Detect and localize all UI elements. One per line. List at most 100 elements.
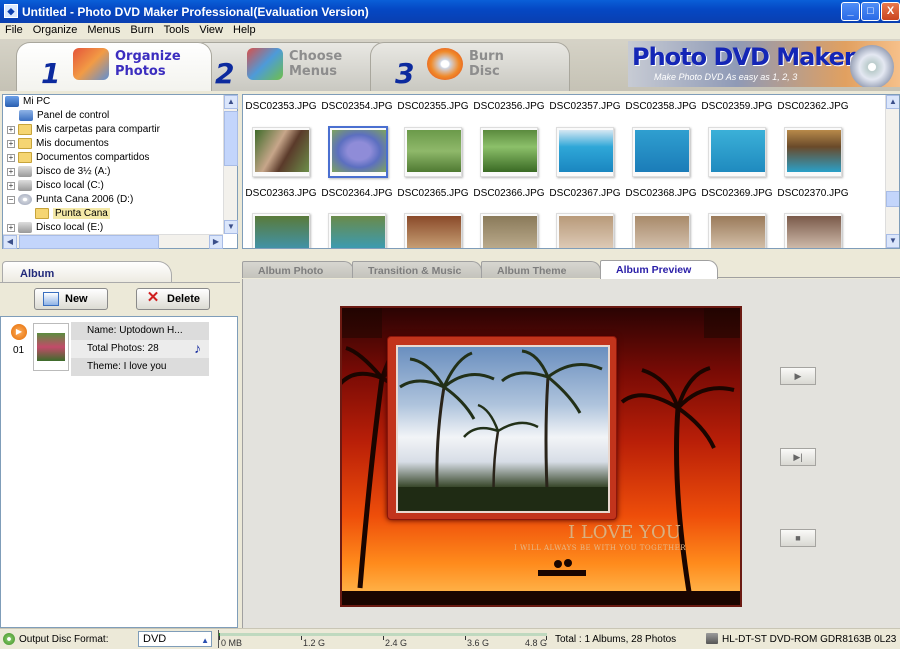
new-album-button[interactable]: New	[34, 288, 108, 310]
output-format-select[interactable]: DVD ▲	[138, 631, 212, 647]
album-pane: Album New ✕ Delete ▶ 01 Name: Uptodown H…	[0, 258, 240, 628]
photo-thumbnail[interactable]	[480, 213, 538, 248]
tree-item-mi-pc[interactable]: Mi PC	[5, 96, 50, 110]
menu-file[interactable]: File	[0, 23, 28, 37]
expand-icon[interactable]: +	[7, 139, 15, 148]
tree-vertical-scrollbar[interactable]: ▲ ▼	[223, 95, 238, 234]
floppy-drive-icon	[18, 166, 32, 177]
scroll-up-icon[interactable]: ▲	[886, 95, 899, 109]
scroll-up-icon[interactable]: ▲	[224, 95, 238, 109]
album-name: Name: Uptodown H...	[71, 322, 209, 340]
burn-disc-icon	[427, 48, 463, 80]
menu-tools[interactable]: Tools	[159, 23, 195, 37]
tree-horizontal-scrollbar[interactable]: ◀ ▶	[3, 234, 223, 249]
tree-item-disco-a[interactable]: + Disco de 3½ (A:)	[7, 166, 110, 180]
maximize-button[interactable]: □	[861, 2, 880, 21]
menu-view[interactable]: View	[194, 23, 228, 37]
step-number: 2	[215, 57, 235, 90]
play-icon[interactable]: ▶	[11, 324, 27, 340]
scroll-down-icon[interactable]: ▼	[886, 234, 899, 248]
close-button[interactable]: X	[881, 2, 900, 21]
step-burn-disc[interactable]: 3 Burn Disc	[370, 42, 570, 91]
ruler-label: 1.2 G	[303, 638, 326, 648]
expand-icon[interactable]: +	[7, 223, 15, 232]
scroll-left-icon[interactable]: ◀	[3, 235, 17, 249]
tree-item-mis-carpetas[interactable]: + Mis carpetas para compartir	[7, 124, 160, 138]
photo-thumbnail[interactable]	[556, 127, 614, 177]
menu-help[interactable]: Help	[228, 23, 261, 37]
menu-organize[interactable]: Organize	[28, 23, 83, 37]
album-photo-count: Total Photos: 28 ♪	[71, 340, 209, 358]
photo-thumbnail[interactable]	[328, 213, 386, 248]
folder-tree[interactable]: Mi PC Panel de control + Mis carpetas par…	[2, 94, 238, 249]
menu-template-icon	[247, 48, 283, 80]
burner-drive-label[interactable]: HL-DT-ST DVD-ROM GDR8163B 0L23	[722, 634, 896, 645]
ruler-label: 0 MB	[221, 638, 243, 648]
scroll-thumb[interactable]	[19, 235, 159, 249]
menu-menus[interactable]: Menus	[82, 23, 125, 37]
step-label: Burn Disc	[469, 49, 504, 79]
tree-item-mis-documentos[interactable]: + Mis documentos	[7, 138, 109, 152]
photo-thumbnail[interactable]	[252, 213, 310, 248]
tree-item-disco-c[interactable]: + Disco local (C:)	[7, 180, 104, 194]
photo-thumbnail[interactable]	[404, 213, 462, 248]
ruler-label: 3.6 G	[467, 638, 490, 648]
editor-pane: Album Photo Transition & Music Album The…	[242, 258, 900, 628]
photo-thumbnail[interactable]	[632, 213, 690, 248]
step-number: 3	[395, 57, 415, 90]
photo-thumbnail[interactable]	[252, 127, 310, 177]
delete-album-button[interactable]: ✕ Delete	[136, 288, 210, 310]
gallery-vertical-scrollbar[interactable]: ▲ ▼	[885, 95, 899, 248]
total-summary: Total : 1 Albums, 28 Photos	[555, 634, 677, 645]
step-organize-photos[interactable]: 1 Organize Photos	[16, 42, 212, 91]
photo-thumbnail[interactable]	[784, 127, 842, 177]
play-button[interactable]: ▶	[780, 367, 816, 385]
step-label: Choose Menus	[289, 49, 343, 79]
expand-icon[interactable]: +	[7, 167, 15, 176]
expand-icon[interactable]: +	[7, 181, 15, 190]
scroll-thumb[interactable]	[224, 111, 238, 166]
minimize-button[interactable]: _	[841, 2, 860, 21]
disc-format-icon	[3, 633, 15, 645]
photo-thumbnail[interactable]	[708, 127, 766, 177]
window-title: Untitled - Photo DVD Maker Professional(…	[22, 5, 369, 19]
hard-drive-icon	[18, 222, 32, 233]
scroll-thumb[interactable]	[886, 191, 899, 207]
collapse-icon[interactable]: −	[7, 195, 15, 204]
photo-gallery[interactable]: DSC02353.JPG DSC02354.JPG DSC02355.JPG D…	[242, 94, 900, 249]
scroll-down-icon[interactable]: ▼	[224, 220, 238, 234]
tree-item-documentos-compartidos[interactable]: + Documentos compartidos	[7, 152, 149, 166]
tab-album-theme[interactable]: Album Theme	[481, 261, 601, 278]
delete-label: Delete	[167, 293, 201, 305]
photo-thumbnail[interactable]	[708, 213, 766, 248]
menu-burn[interactable]: Burn	[125, 23, 158, 37]
dropdown-arrow-icon[interactable]: ▲	[201, 634, 209, 648]
expand-icon[interactable]: +	[7, 125, 15, 134]
computer-icon	[5, 96, 19, 107]
album-tab[interactable]: Album	[2, 261, 172, 283]
thumb-label: DSC02359.JPG	[701, 101, 773, 112]
tab-album-photo[interactable]: Album Photo	[242, 261, 354, 278]
scroll-right-icon[interactable]: ▶	[209, 235, 223, 249]
tree-item-panel-de-control[interactable]: Panel de control	[19, 110, 109, 124]
photo-thumbnail[interactable]	[632, 127, 690, 177]
photo-thumbnail-selected[interactable]	[328, 126, 388, 178]
thumb-label: DSC02367.JPG	[549, 188, 621, 199]
album-list[interactable]: ▶ 01 Name: Uptodown H... Total Photos: 2…	[0, 316, 238, 628]
next-frame-button[interactable]: ▶|	[780, 448, 816, 466]
tab-transition-music[interactable]: Transition & Music	[352, 261, 482, 278]
step-choose-menus[interactable]: 2 Choose Menus	[190, 42, 390, 91]
photo-thumbnail[interactable]	[480, 127, 538, 177]
stop-button[interactable]: ■	[780, 529, 816, 547]
tab-album-preview[interactable]: Album Preview	[600, 260, 718, 279]
photo-thumbnail[interactable]	[556, 213, 614, 248]
expand-icon[interactable]: +	[7, 153, 15, 162]
photo-thumbnail[interactable]	[404, 127, 462, 177]
tree-item-punta-cana-2006[interactable]: − Punta Cana 2006 (D:)	[7, 194, 133, 208]
preview-photo	[396, 345, 610, 513]
photo-thumbnail[interactable]	[784, 213, 842, 248]
tree-item-punta-cana[interactable]: Punta Cana	[35, 208, 110, 222]
thumb-label: DSC02364.JPG	[321, 188, 393, 199]
photo-album-icon	[73, 48, 109, 80]
preview-area: I LOVE YOU I WILL ALWAYS BE WITH YOU TOG…	[242, 279, 900, 628]
